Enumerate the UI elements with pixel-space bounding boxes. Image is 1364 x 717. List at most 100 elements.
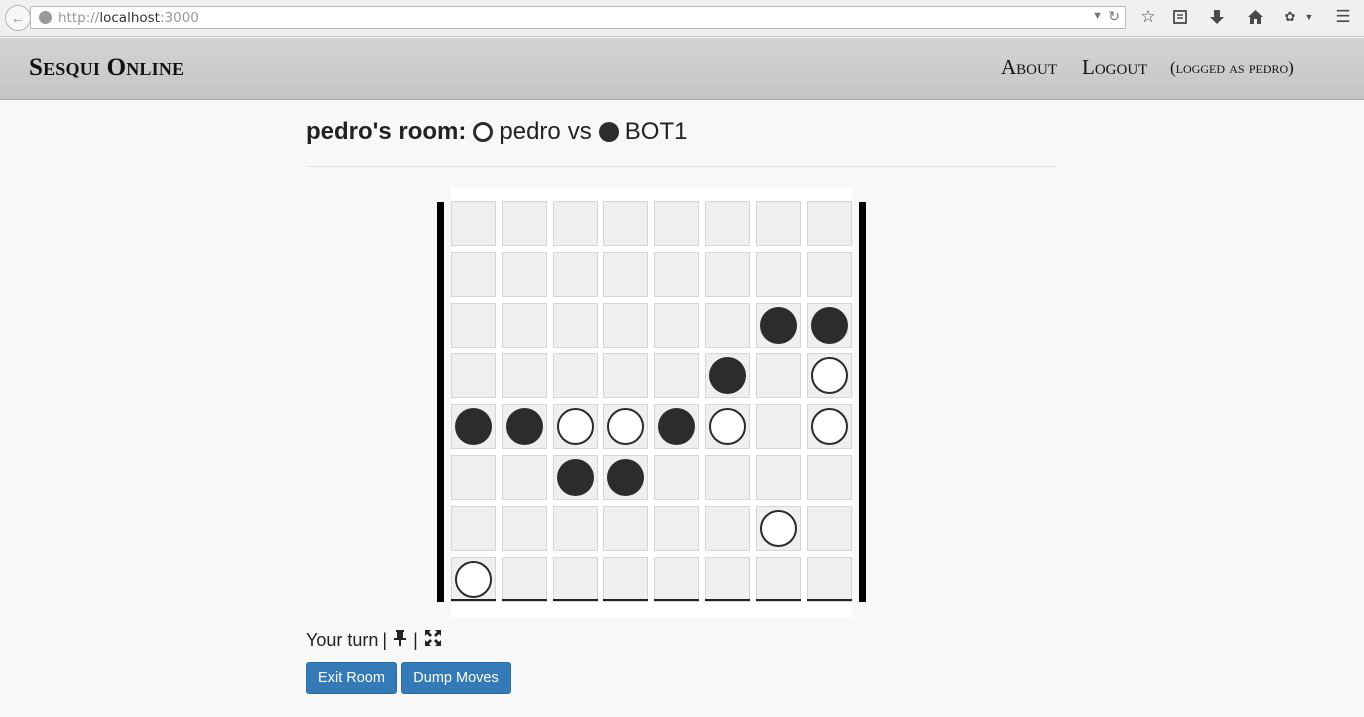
board-cell[interactable] [502, 404, 547, 449]
board-cell[interactable] [502, 557, 547, 602]
reload-icon[interactable]: ↻ [1108, 8, 1120, 25]
brand-logo[interactable]: Sesqui Online [29, 54, 184, 82]
status-line: Your turn | | [306, 630, 444, 651]
bookmark-star-icon[interactable]: ☆ [1138, 6, 1158, 28]
board-cell[interactable] [654, 557, 699, 602]
fullscreen-icon[interactable] [424, 630, 441, 651]
board-cell[interactable] [756, 404, 801, 449]
board-cell[interactable] [603, 506, 648, 551]
dump-moves-button[interactable]: Dump Moves [401, 662, 511, 694]
board-cell[interactable] [603, 404, 648, 449]
board-cell[interactable] [705, 455, 750, 500]
board-cell[interactable] [807, 557, 852, 602]
board-cell[interactable] [756, 455, 801, 500]
board-cell[interactable] [654, 404, 699, 449]
reading-list-icon[interactable] [1170, 6, 1190, 28]
board-cell[interactable] [553, 353, 598, 398]
board-cell[interactable] [654, 506, 699, 551]
globe-icon [39, 11, 52, 24]
white-piece [811, 408, 848, 445]
board-cell[interactable] [451, 506, 496, 551]
board-cell[interactable] [654, 455, 699, 500]
board-cell[interactable] [807, 455, 852, 500]
url-bar[interactable]: http://localhost:3000 ▼ ↻ [30, 6, 1126, 29]
browser-toolbar: ← http://localhost:3000 ▼ ↻ ☆ ✿ ▼ ☰ [0, 0, 1364, 37]
board-cell[interactable] [654, 252, 699, 297]
board-cell[interactable] [553, 506, 598, 551]
board-cell[interactable] [705, 506, 750, 551]
board-cell[interactable] [553, 455, 598, 500]
board-cell[interactable] [502, 303, 547, 348]
board-cell[interactable] [807, 252, 852, 297]
board-cell[interactable] [705, 201, 750, 246]
download-icon[interactable] [1207, 6, 1227, 28]
board-cell[interactable] [705, 404, 750, 449]
site-navbar: Sesqui Online About Logout (logged as pe… [0, 38, 1364, 100]
board-cell[interactable] [756, 201, 801, 246]
logout-link[interactable]: Logout [1082, 55, 1147, 80]
board-cell[interactable] [502, 455, 547, 500]
white-piece [455, 561, 492, 598]
board-cell[interactable] [603, 201, 648, 246]
board-cell[interactable] [705, 252, 750, 297]
board-cell[interactable] [807, 303, 852, 348]
board-cell[interactable] [553, 404, 598, 449]
board-cell[interactable] [553, 557, 598, 602]
header-divider [306, 166, 1056, 167]
board-cell[interactable] [603, 557, 648, 602]
board-cell[interactable] [553, 201, 598, 246]
board-cell[interactable] [756, 557, 801, 602]
board-cell[interactable] [807, 506, 852, 551]
board-cell[interactable] [502, 353, 547, 398]
board-cell[interactable] [553, 252, 598, 297]
pin-icon[interactable] [394, 630, 407, 651]
board-cell[interactable] [451, 455, 496, 500]
exit-room-button[interactable]: Exit Room [306, 662, 397, 694]
menu-icon[interactable]: ☰ [1333, 6, 1353, 28]
white-piece [607, 408, 644, 445]
board-cell[interactable] [756, 303, 801, 348]
board-cell[interactable] [654, 353, 699, 398]
board-cell[interactable] [807, 201, 852, 246]
chevron-down-icon[interactable]: ▼ [1303, 6, 1315, 28]
board-cell[interactable] [705, 353, 750, 398]
board-cell[interactable] [654, 303, 699, 348]
board-cell[interactable] [502, 201, 547, 246]
board-bottom-line [654, 599, 699, 601]
board-cell[interactable] [502, 252, 547, 297]
chevron-down-icon[interactable]: ▼ [1092, 10, 1103, 22]
room-owner-label: pedro's room: [306, 118, 467, 145]
board-cell[interactable] [451, 557, 496, 602]
black-piece [811, 307, 848, 344]
board-cell[interactable] [603, 252, 648, 297]
board-cell[interactable] [756, 353, 801, 398]
board-cell[interactable] [603, 303, 648, 348]
home-icon[interactable] [1245, 6, 1265, 28]
board-cell[interactable] [807, 353, 852, 398]
board-cell[interactable] [756, 252, 801, 297]
separator: | [382, 630, 388, 650]
black-disc-icon [598, 122, 619, 142]
board-cell[interactable] [451, 353, 496, 398]
board-cell[interactable] [553, 303, 598, 348]
board-bottom-line [807, 599, 852, 601]
board-cell[interactable] [451, 201, 496, 246]
extension-icon[interactable]: ✿ [1282, 6, 1298, 28]
board-cell[interactable] [603, 455, 648, 500]
url-text: http://localhost:3000 [58, 10, 199, 26]
board-cell[interactable] [451, 252, 496, 297]
board-cell[interactable] [705, 303, 750, 348]
turn-status: Your turn [306, 630, 379, 650]
board-cell[interactable] [451, 303, 496, 348]
board-cell[interactable] [705, 557, 750, 602]
board-bottom-line [502, 599, 547, 601]
black-piece [607, 459, 644, 496]
about-link[interactable]: About [1001, 55, 1057, 80]
board-cell[interactable] [756, 506, 801, 551]
back-arrow-icon[interactable]: ← [5, 5, 31, 31]
board-cell[interactable] [451, 404, 496, 449]
board-cell[interactable] [654, 201, 699, 246]
board-cell[interactable] [502, 506, 547, 551]
board-cell[interactable] [807, 404, 852, 449]
board-cell[interactable] [603, 353, 648, 398]
